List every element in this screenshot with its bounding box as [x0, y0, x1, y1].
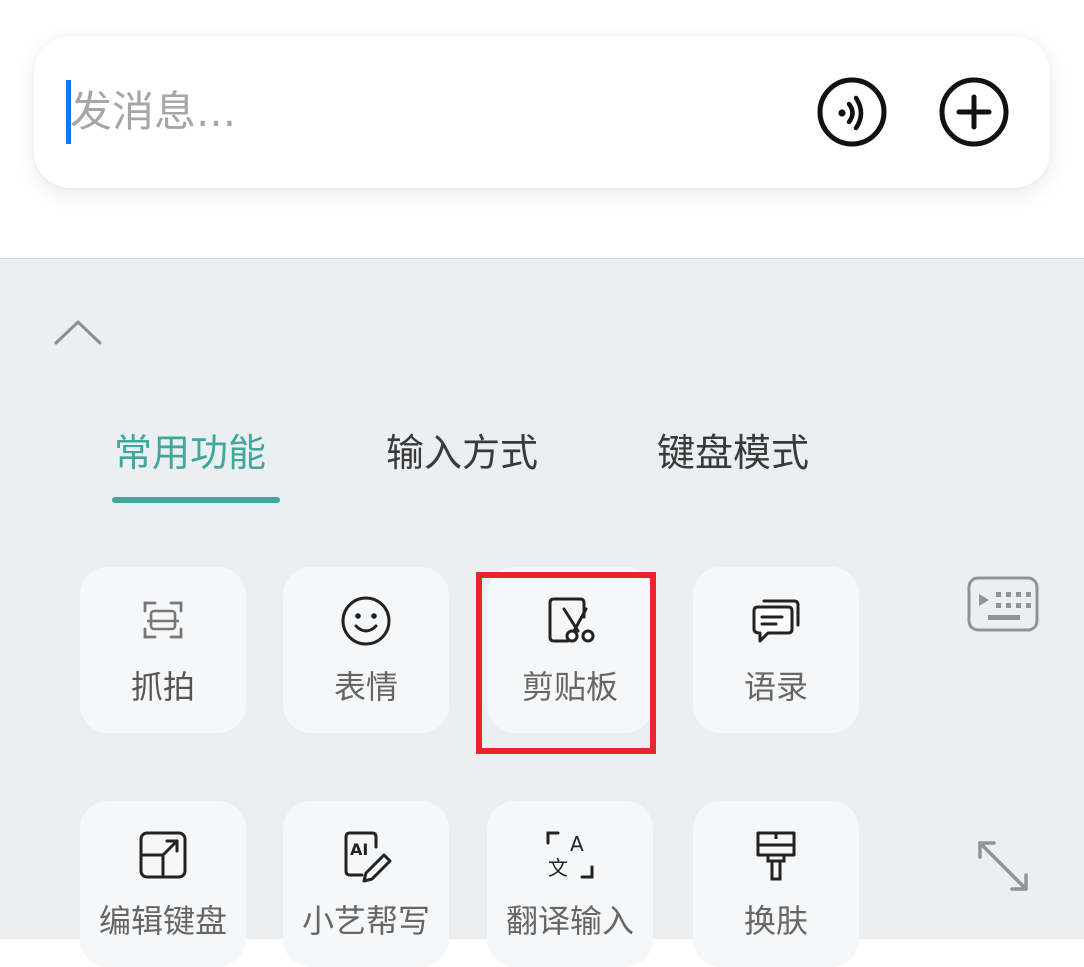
expand-arrows-icon [978, 841, 1028, 891]
edit-keyboard-icon [133, 825, 193, 885]
tab-keyboard-mode[interactable]: 键盘模式 [657, 427, 809, 479]
ai-write-icon: AI [336, 825, 396, 885]
function-tile-ai-write[interactable]: AI 小艺帮写 [283, 801, 449, 967]
plus-circle-icon [939, 77, 1009, 147]
translate-icon: A 文 [540, 825, 600, 885]
svg-text:文: 文 [548, 856, 568, 880]
keyboard-icon [967, 576, 1039, 632]
paint-brush-icon [746, 825, 806, 885]
svg-text:A: A [570, 832, 584, 856]
switch-to-keyboard-button[interactable] [966, 575, 1040, 633]
smiley-icon [336, 591, 396, 651]
clipboard-scissors-icon [540, 591, 600, 651]
message-area: 发消息... [0, 0, 1084, 258]
function-label: 编辑键盘 [98, 902, 227, 940]
scan-camera-icon [133, 591, 193, 651]
chat-bubbles-icon [746, 591, 806, 651]
function-tile-translate[interactable]: A 文 翻译输入 [487, 801, 653, 967]
function-label: 抓拍 [130, 668, 195, 706]
function-label: 换肤 [743, 902, 808, 940]
function-label: 剪贴板 [521, 668, 618, 706]
function-tile-snapshot[interactable]: 抓拍 [80, 567, 246, 733]
chevron-up-icon [54, 320, 102, 345]
keyboard-function-panel: 常用功能 输入方式 键盘模式 抓拍 表情 剪贴板 语录 编辑键盘 AI 小艺帮写… [0, 258, 1084, 967]
function-tile-edit-keyboard[interactable]: 编辑键盘 [80, 801, 246, 967]
function-label: 小艺帮写 [301, 902, 430, 940]
voice-button[interactable] [816, 76, 888, 148]
voice-icon [817, 77, 887, 147]
function-label: 语录 [743, 668, 808, 706]
svg-text:AI: AI [350, 840, 368, 859]
function-label: 翻译输入 [505, 902, 634, 940]
collapse-button[interactable] [52, 317, 104, 347]
function-tile-skin[interactable]: 换肤 [693, 801, 859, 967]
expand-panel-button[interactable] [974, 837, 1032, 895]
message-input-bar[interactable]: 发消息... [34, 36, 1050, 188]
function-tile-clipboard[interactable]: 剪贴板 [487, 567, 653, 733]
tab-common-functions[interactable]: 常用功能 [114, 427, 266, 479]
function-label: 表情 [333, 668, 398, 706]
tab-input-methods[interactable]: 输入方式 [386, 427, 538, 479]
message-input-placeholder[interactable]: 发消息... [70, 82, 236, 142]
function-tile-emoji[interactable]: 表情 [283, 567, 449, 733]
function-tile-quotes[interactable]: 语录 [693, 567, 859, 733]
add-button[interactable] [938, 76, 1010, 148]
active-tab-indicator [112, 497, 280, 503]
